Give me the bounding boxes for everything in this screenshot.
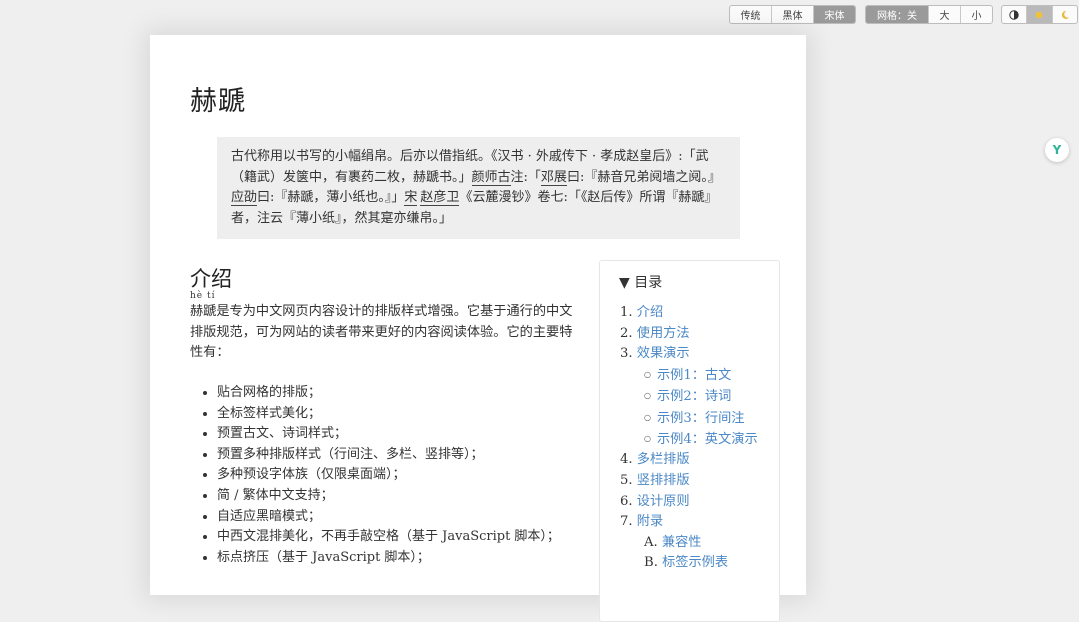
font-traditional-button[interactable]: 传统 [730, 6, 772, 23]
table-of-contents: ▼ 目录 1. 介绍 2. 使用方法 3. 效果演示 示例1：古文 示例2：诗词… [599, 260, 780, 622]
font-family-switcher: 传统 黑体 宋体 [729, 5, 856, 24]
grid-large-button[interactable]: 大 [929, 6, 961, 23]
list-item: 预置多种排版样式（行间注、多栏、竖排等）； [217, 445, 560, 466]
intro-quote: 古代称用以书写的小幅绢帛。后亦以借指纸。《汉书 · 外戚传下 · 孝成赵皇后》:… [217, 137, 740, 240]
list-item: 多种预设字体族（仅限桌面端）； [217, 465, 560, 486]
toc-number: 6. [620, 493, 633, 509]
list-item: 简 / 繁体中文支持； [217, 486, 560, 507]
grid-toggle-button[interactable]: 网格：关 [866, 6, 929, 23]
article-card: 赫蹏 古代称用以书写的小幅绢帛。后亦以借指纸。《汉书 · 外戚传下 · 孝成赵皇… [150, 35, 806, 622]
theme-auto-button[interactable] [1002, 6, 1028, 23]
proper-name: 应劭 [231, 190, 258, 207]
toc-number: B. [644, 555, 658, 571]
toc-item[interactable]: 6. 设计原则 [620, 492, 758, 513]
quote-text: 曰:『赫蹏，薄小纸也。』」 [257, 190, 405, 206]
toc-subitem[interactable]: B. 标签示例表 [644, 553, 758, 574]
toc-subitem[interactable]: 示例1：古文 [644, 365, 758, 386]
toc-subitem[interactable]: 示例3：行间注 [644, 408, 758, 429]
toc-link-intro[interactable]: 介绍 [637, 305, 663, 320]
toc-link-vertical[interactable]: 竖排排版 [637, 473, 690, 488]
toc-link-appendix[interactable]: 附录 [637, 514, 663, 529]
toc-link-example-3[interactable]: 示例3：行间注 [657, 410, 745, 425]
toc-subitem[interactable]: A. 兼容性 [644, 533, 758, 554]
list-item: 中西文混排美化，不再手敲空格（基于 JavaScript 脚本）； [217, 527, 560, 548]
toc-link-demo[interactable]: 效果演示 [637, 346, 690, 361]
list-item: 预置古文、诗词样式； [217, 424, 560, 445]
toc-link-example-2[interactable]: 示例2：诗词 [657, 389, 731, 404]
toc-number: 4. [620, 452, 633, 468]
intro-paragraph: 赫蹏是专为中文网页内容设计的排版样式增强。它基于通行的中文排版规范，可为网站的读… [190, 304, 573, 361]
toc-link-usage[interactable]: 使用方法 [637, 326, 690, 341]
contrast-icon [1009, 9, 1019, 20]
ruby-annotation: hè tí [190, 291, 216, 301]
proper-name: 赵彦卫 [420, 190, 460, 207]
quote-text: 注:「 [510, 169, 541, 185]
feature-list: 贴合网格的排版； 全标签样式美化； 预置古文、诗词样式； 预置多种排版样式（行间… [190, 383, 560, 568]
grid-small-button[interactable]: 小 [961, 6, 992, 23]
list-item: 贴合网格的排版； [217, 383, 560, 404]
grid-switcher: 网格：关 大 小 [865, 5, 993, 24]
toc-link-example-4[interactable]: 示例4：英文演示 [657, 432, 758, 447]
proper-name: 颜师古 [471, 169, 511, 186]
quote-text: 曰:『赫音兄弟阋墙之阋。』 [566, 169, 721, 185]
list-item: 自适应黑暗模式； [217, 507, 560, 528]
extension-icon[interactable]: Y [1045, 138, 1069, 162]
font-heiti-button[interactable]: 黑体 [772, 6, 814, 23]
theme-dark-button[interactable] [1053, 6, 1077, 23]
toc-subitem[interactable]: 示例2：诗词 [644, 386, 758, 407]
toc-number: 2. [620, 325, 633, 341]
toc-item[interactable]: 4. 多栏排版 [620, 450, 758, 471]
toc-link-tags[interactable]: 标签示例表 [662, 555, 728, 570]
toc-link-principles[interactable]: 设计原则 [637, 494, 690, 509]
toc-number: 7. [620, 514, 633, 530]
proper-name: 宋 [404, 190, 418, 207]
toc-item[interactable]: 7. 附录 A. 兼容性 B. 标签示例表 [620, 512, 758, 574]
toc-number: 5. [620, 472, 633, 488]
toc-item[interactable]: 5. 竖排排版 [620, 471, 758, 492]
list-item: 标点挤压（基于 JavaScript 脚本）； [217, 548, 560, 569]
proper-name: 邓展 [540, 169, 567, 186]
toc-number: A. [644, 534, 658, 550]
toc-item[interactable]: 3. 效果演示 示例1：古文 示例2：诗词 示例3：行间注 示例4：英文演示 [620, 344, 758, 450]
moon-icon [1061, 10, 1069, 19]
toc-subitem[interactable]: 示例4：英文演示 [644, 429, 758, 450]
toc-link-compat[interactable]: 兼容性 [662, 535, 702, 550]
toc-link-example-1[interactable]: 示例1：古文 [657, 368, 731, 383]
toc-number: 3. [620, 346, 633, 362]
toc-number: 1. [620, 305, 633, 320]
toc-item[interactable]: 1. 介绍 [620, 303, 758, 324]
theme-switcher [1001, 5, 1078, 24]
toc-item[interactable]: 2. 使用方法 [620, 324, 758, 345]
toc-link-columns[interactable]: 多栏排版 [637, 452, 690, 467]
font-songti-button[interactable]: 宋体 [814, 6, 855, 23]
list-item: 全标签样式美化； [217, 404, 560, 425]
sun-icon [1036, 11, 1043, 18]
page-title: 赫蹏 [190, 86, 246, 117]
theme-light-button[interactable] [1027, 6, 1053, 23]
section-title: 介绍 [190, 267, 232, 291]
toc-toggle[interactable]: ▼ 目录 [619, 272, 662, 292]
